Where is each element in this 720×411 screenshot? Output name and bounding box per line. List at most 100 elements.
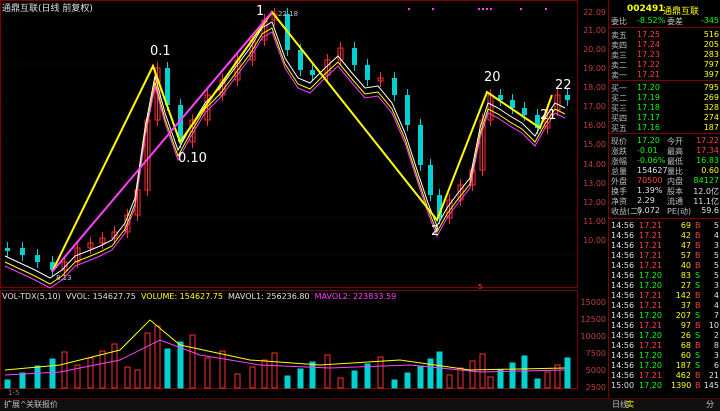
volume-bar <box>177 341 184 389</box>
volume-bar <box>61 351 68 389</box>
tick-row: 14:56 17.21 68 B 8 <box>609 341 720 351</box>
minute-tab[interactable]: 分 <box>706 399 714 410</box>
tick-price: 17.20 <box>639 281 662 290</box>
ask-row[interactable]: 卖一 17.21 397 <box>609 70 720 80</box>
volume-bar <box>427 358 434 389</box>
tick-time: 14:56 <box>611 271 635 280</box>
stat-value: 0.072 <box>637 206 660 215</box>
stat-value: 17.34 <box>696 146 719 155</box>
tick-time: 14:56 <box>611 301 635 310</box>
ask-row[interactable]: 卖五 17.25 516 <box>609 30 720 40</box>
tick-count: 7 <box>713 311 719 320</box>
tick-row: 14:56 17.20 26 S 2 <box>609 331 720 341</box>
signal-marker <box>490 8 492 10</box>
tick-side: S <box>695 311 701 320</box>
candle-body <box>298 50 303 70</box>
volume-bar <box>297 368 304 389</box>
tick-volume: 187 <box>675 361 691 370</box>
wave-0-1-label: 0.1 <box>150 44 171 59</box>
tick-price: 17.21 <box>639 371 662 380</box>
tick-row: 15:00 17.20 1390 B 145 <box>609 381 720 391</box>
tick-row: 14:56 17.20 187 S 6 <box>609 361 720 371</box>
tick-time: 14:56 <box>611 351 635 360</box>
price-tick: 12.00 <box>583 198 606 207</box>
candle-body <box>365 65 370 80</box>
wave-2-label: 2 <box>431 224 440 239</box>
ask-row[interactable]: 卖二 17.22 797 <box>609 60 720 70</box>
stock-header[interactable]: 002491 通鼎互联 <box>609 2 720 17</box>
stat-value: 2.29 <box>637 196 655 205</box>
stat-row: 外盘 70500 内盘 84127 <box>609 176 720 186</box>
tick-volume: 83 <box>680 271 691 280</box>
ask-row[interactable]: 卖四 17.24 205 <box>609 40 720 50</box>
tick-count: 5 <box>713 251 719 260</box>
ask-volume: 205 <box>703 40 719 49</box>
volume-bar <box>19 372 26 389</box>
price-tick: 10.00 <box>583 236 606 245</box>
volume-bar <box>479 353 486 389</box>
bid-row[interactable]: 买四 17.17 274 <box>609 113 720 123</box>
signal-marker <box>478 8 480 10</box>
tick-count: 6 <box>713 361 719 370</box>
tick-price: 17.21 <box>639 231 662 240</box>
price-tick: 11.00 <box>583 217 606 226</box>
bid-row[interactable]: 买三 17.18 328 <box>609 103 720 113</box>
marker-annotation: 5 <box>478 283 483 291</box>
related-quote-tab[interactable]: 关联报价 <box>26 399 58 410</box>
tick-volume: 1390 <box>671 381 692 390</box>
tick-price: 17.21 <box>639 291 662 300</box>
tick-side: B <box>695 221 701 230</box>
tick-side: B <box>695 381 701 390</box>
weicha-value: -345 <box>700 16 719 25</box>
volume-bar <box>364 363 371 389</box>
stat-row: 涨跌 -0.01 最高 17.34 <box>609 146 720 156</box>
realtime-tab[interactable]: 实 <box>626 399 634 410</box>
volume-bar <box>337 377 344 389</box>
tick-row: 14:56 17.20 27 S 3 <box>609 281 720 291</box>
bid-row[interactable]: 买一 17.20 795 <box>609 83 720 93</box>
ask-price: 17.24 <box>637 40 660 49</box>
bid-row[interactable]: 买五 17.16 187 <box>609 123 720 133</box>
tick-count: 4 <box>713 291 719 300</box>
stat-value: 154627 <box>637 166 668 175</box>
tick-volume: 27 <box>680 281 691 290</box>
tick-volume: 47 <box>680 241 691 250</box>
tick-price: 17.20 <box>639 361 662 370</box>
tick-volume: 40 <box>680 261 691 270</box>
candle-body <box>565 95 570 100</box>
volume-bar <box>271 352 278 389</box>
stat-value: 0.60 <box>701 166 719 175</box>
volume-bar <box>497 369 504 389</box>
tick-volume: 97 <box>680 321 691 330</box>
legend-vvol: VVOL: 154627.75 <box>65 292 136 301</box>
signal-marker <box>520 8 522 10</box>
volume-bar <box>124 366 131 389</box>
candle-body <box>510 100 515 108</box>
bid-row[interactable]: 买二 17.19 269 <box>609 93 720 103</box>
tick-price: 17.21 <box>639 241 662 250</box>
volume-bar <box>351 370 358 389</box>
candle-body <box>405 95 410 125</box>
ask-volume: 283 <box>703 50 719 59</box>
tick-volume: 37 <box>680 301 691 310</box>
tick-time: 14:56 <box>611 331 635 340</box>
stat-value: 70500 <box>637 176 663 185</box>
volume-bar <box>249 366 256 389</box>
tick-side: S <box>695 271 701 280</box>
stat-row: 换手 1.39% 股本 12.0亿 <box>609 186 720 196</box>
tick-price: 17.20 <box>639 331 662 340</box>
expand-tab[interactable]: 扩展^ <box>4 399 27 410</box>
bid-volume: 269 <box>703 93 719 102</box>
volume-bar <box>144 332 151 389</box>
ask-row[interactable]: 卖三 17.23 283 <box>609 50 720 60</box>
stock-code: 002491 <box>627 4 665 14</box>
candle-body <box>392 78 397 95</box>
wave-22-label: 22 <box>555 78 572 93</box>
tick-time: 14:56 <box>611 291 635 300</box>
candle-body <box>5 248 10 251</box>
bid-price: 17.18 <box>637 103 660 112</box>
tick-row: 14:56 17.21 57 B 5 <box>609 251 720 261</box>
tick-count: 2 <box>713 331 719 340</box>
volume-bar <box>99 350 106 389</box>
tick-side: S <box>695 331 701 340</box>
